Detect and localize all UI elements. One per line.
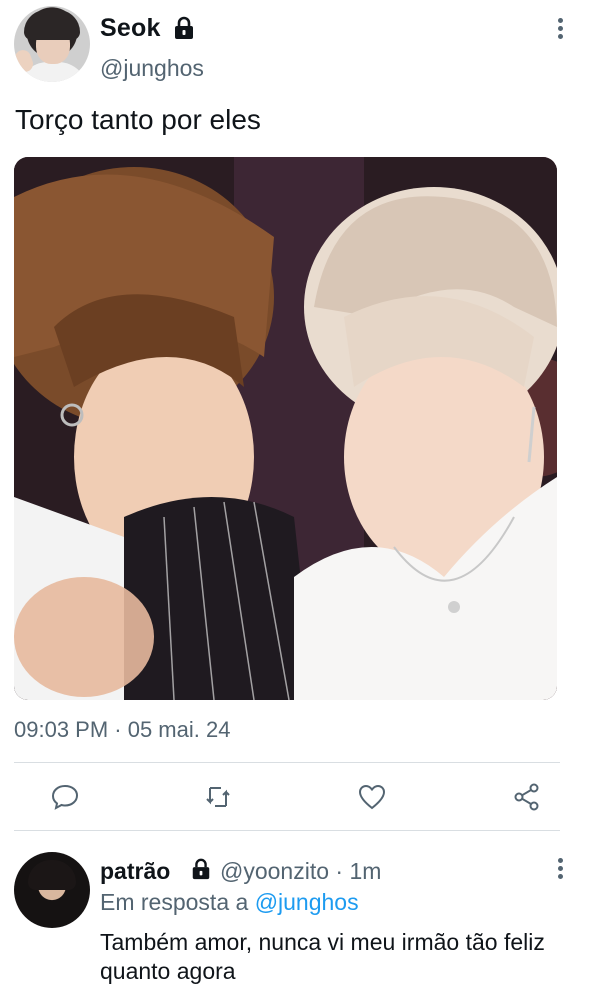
author-display-name[interactable]: Seok [100, 14, 161, 43]
heart-icon[interactable] [357, 782, 387, 812]
reply-author-display-name[interactable]: patrão [100, 858, 170, 885]
reply-author-handle-time[interactable]: @yoonzito · 1m [220, 858, 381, 885]
in-reply-to-mention[interactable]: @junghos [255, 889, 359, 915]
author-handle[interactable]: @junghos [100, 55, 204, 82]
reply-author-avatar[interactable] [14, 852, 90, 928]
retweet-icon[interactable] [203, 782, 233, 812]
more-options-icon[interactable] [550, 858, 570, 884]
divider [14, 830, 560, 831]
in-reply-to: Em resposta a @junghos [100, 889, 359, 916]
more-options-icon[interactable] [550, 18, 570, 44]
action-bar [0, 770, 590, 824]
divider [14, 762, 560, 763]
comment-icon[interactable] [50, 782, 80, 812]
author-avatar[interactable] [14, 6, 90, 82]
post-image[interactable] [14, 157, 557, 700]
reply-text: Também amor, nunca vi meu irmão tão feli… [100, 929, 545, 984]
in-reply-to-prefix: Em resposta a [100, 889, 249, 915]
lock-icon [175, 16, 193, 39]
reply-post[interactable]: patrão @yoonzito · 1m Em resposta a @jun… [0, 838, 590, 1000]
post-text: Torço tanto por eles [15, 104, 261, 135]
share-icon[interactable] [512, 782, 542, 812]
post-timestamp[interactable]: 09:03 PM · 05 mai. 24 [14, 717, 230, 743]
post-header: Seok @junghos [0, 0, 590, 90]
lock-icon [192, 858, 210, 880]
